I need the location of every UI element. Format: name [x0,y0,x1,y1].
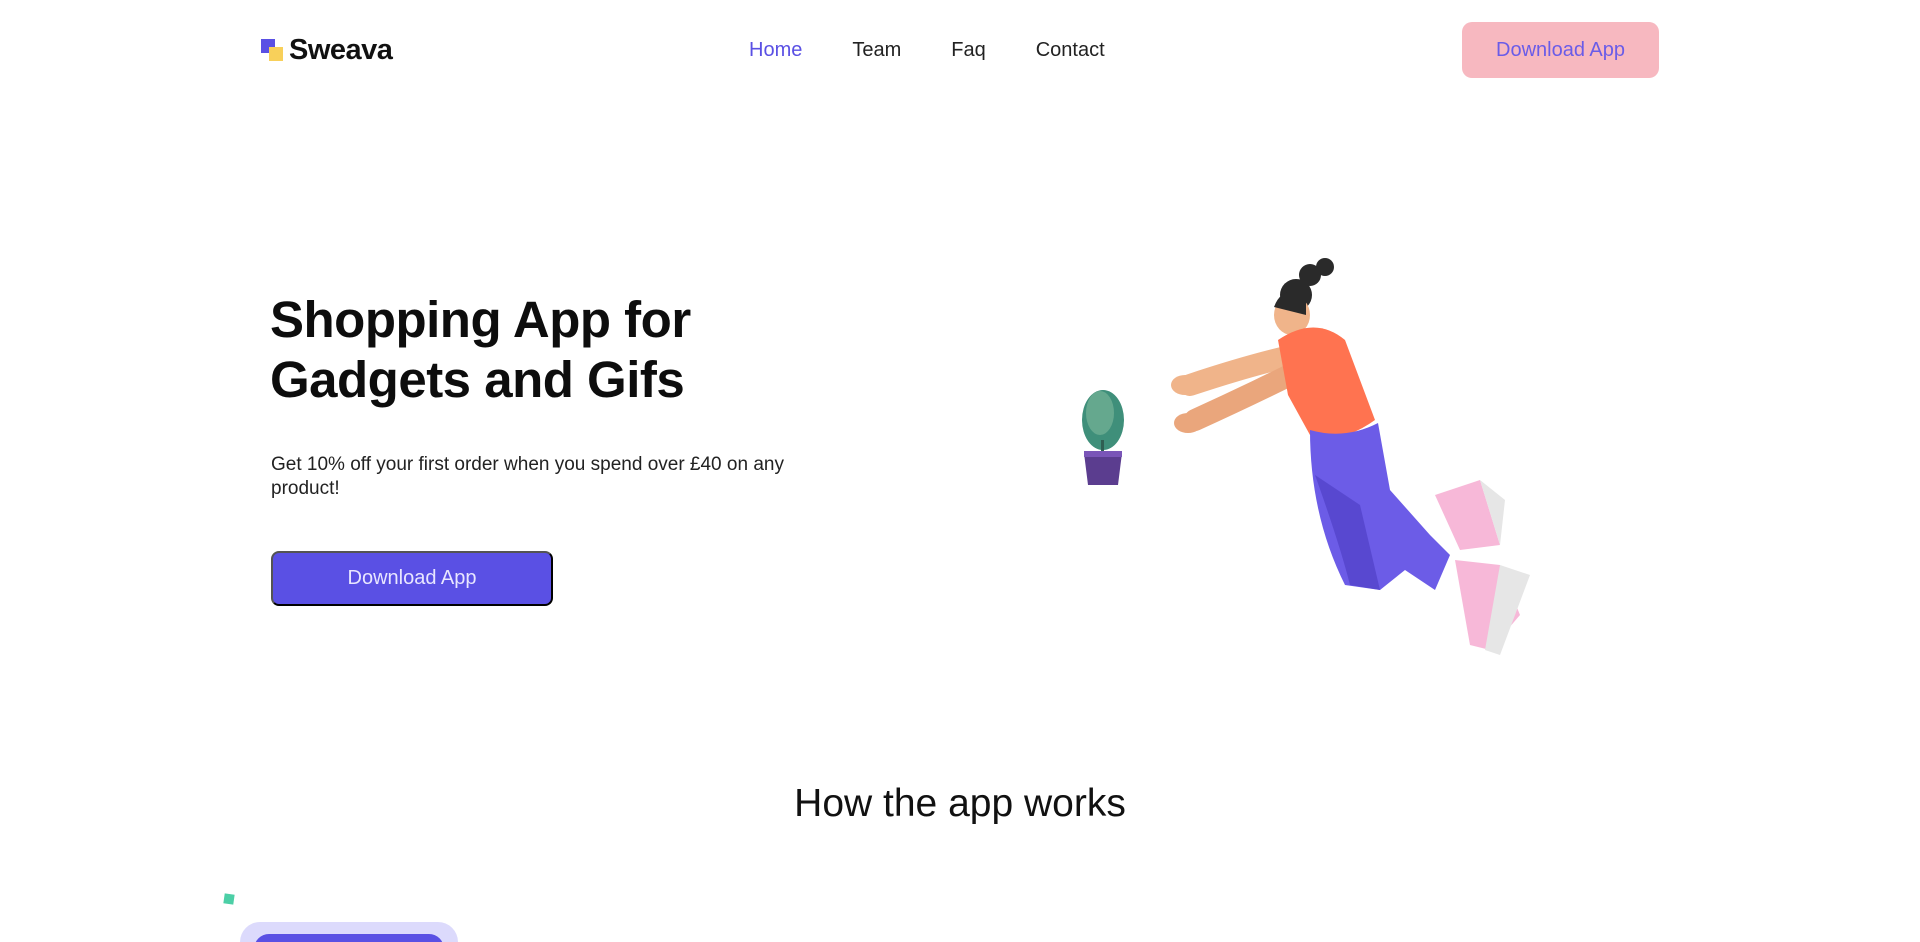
hero-title-line-2: Gadgets and Gifs [270,351,685,408]
nav-item-home[interactable]: Home [749,37,802,63]
logo-icon [261,39,283,61]
section-title: How the app works [794,782,1126,825]
decorative-square-icon [223,893,235,905]
brand-name: Sweava [289,33,393,66]
nav-item-contact[interactable]: Contact [1036,37,1105,63]
header-download-button[interactable]: Download App [1462,22,1659,78]
person-illustration [1171,258,1530,655]
nav-item-faq[interactable]: Faq [951,37,985,63]
hero-download-button[interactable]: Download App [271,551,553,606]
nav-item-team[interactable]: Team [852,37,901,63]
main-nav: Home Team Faq Contact [749,37,1105,63]
phone-screen-decoration [254,934,444,942]
brand-logo[interactable]: Sweava [261,33,393,66]
hero-subtitle: Get 10% off your first order when you sp… [271,454,784,499]
hero-title: Shopping App for Gadgets and Gifs [270,290,790,410]
hero-illustration [1082,258,1530,655]
site-header: Sweava Home Team Faq Contact Download Ap… [0,0,1920,100]
hero-title-line-1: Shopping App for [270,291,691,348]
plant-icon [1082,390,1124,485]
